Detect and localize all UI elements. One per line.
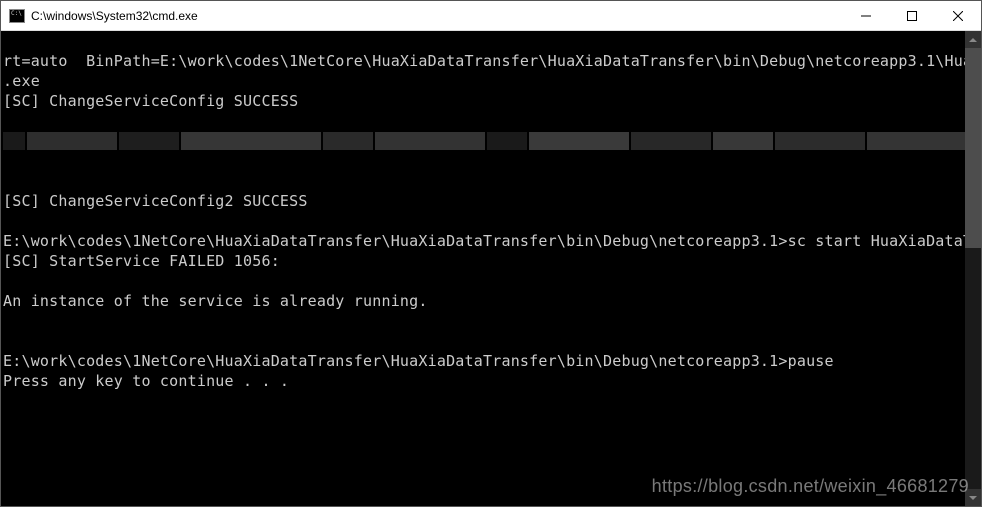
watermark-text: https://blog.csdn.net/weixin_46681279 <box>652 476 969 496</box>
output-line: An instance of the service is already ru… <box>3 292 428 310</box>
output-line: E:\work\codes\1NetCore\HuaXiaDataTransfe… <box>3 352 834 370</box>
output-line: .exe <box>3 72 40 90</box>
scrollbar[interactable] <box>965 31 981 506</box>
terminal-area[interactable]: rt=auto BinPath=E:\work\codes\1NetCore\H… <box>1 31 981 506</box>
titlebar[interactable]: C:\windows\System32\cmd.exe <box>1 1 981 31</box>
output-line: rt=auto BinPath=E:\work\codes\1NetCore\H… <box>3 52 981 70</box>
maximize-button[interactable] <box>889 1 935 30</box>
cmd-icon <box>9 9 25 23</box>
scroll-up-button[interactable] <box>965 31 981 48</box>
scroll-thumb[interactable] <box>965 48 981 248</box>
output-line: [SC] ChangeServiceConfig SUCCESS <box>3 92 298 110</box>
scroll-down-button[interactable] <box>965 489 981 506</box>
output-line: Press any key to continue . . . <box>3 372 289 390</box>
output-line: E:\work\codes\1NetCore\HuaXiaDataTransfe… <box>3 232 981 250</box>
cmd-window: C:\windows\System32\cmd.exe rt=auto BinP… <box>0 0 982 507</box>
redacted-line <box>3 131 979 151</box>
output-line: [SC] ChangeServiceConfig2 SUCCESS <box>3 192 308 210</box>
window-controls <box>843 1 981 30</box>
output-line: [SC] StartService FAILED 1056: <box>3 252 280 270</box>
scroll-track[interactable] <box>965 48 981 489</box>
window-title: C:\windows\System32\cmd.exe <box>31 9 843 23</box>
minimize-button[interactable] <box>843 1 889 30</box>
close-button[interactable] <box>935 1 981 30</box>
